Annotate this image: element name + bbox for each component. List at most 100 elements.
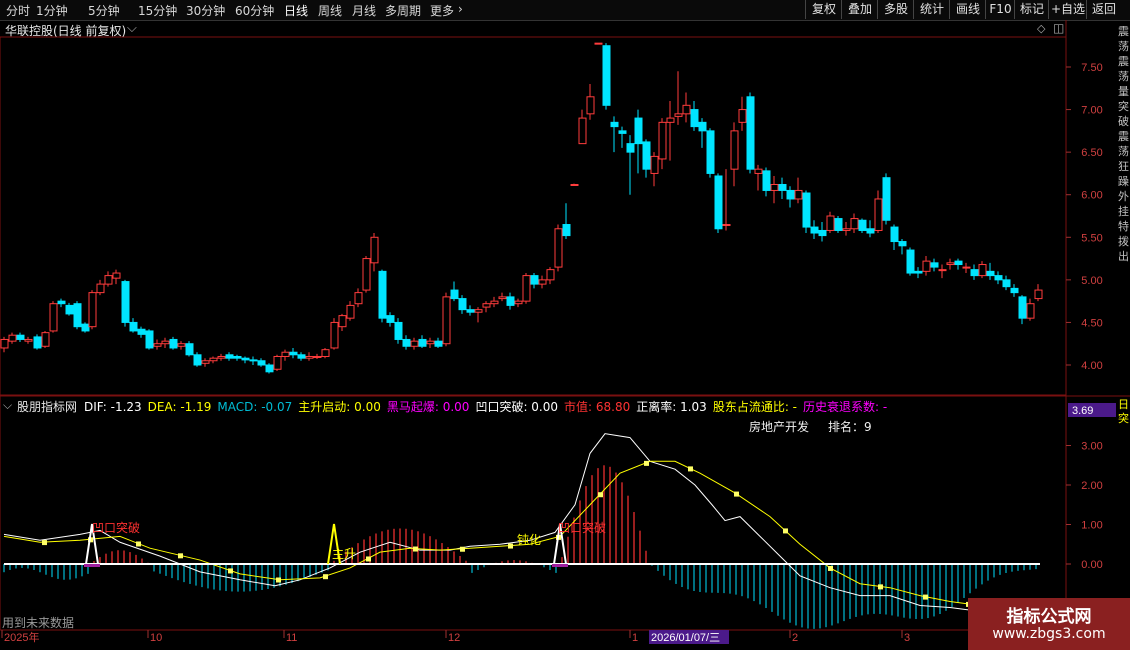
period-tab-more[interactable]: 更多 [430,2,454,19]
candle-body [834,218,843,231]
mark-button[interactable]: 标记 [1014,0,1049,19]
diamond-icon[interactable]: ◇ [1037,22,1045,35]
time-tick-label: 12 [448,632,460,644]
annotation-breakout-1: 凹口突破 [92,520,140,535]
candle-body [474,309,483,313]
time-tick-label: 1 [632,632,638,644]
candle-body [850,218,859,230]
candle-body [642,141,651,170]
indicator-field-6: 市值: 68.80 [564,400,631,414]
candle-body [786,189,795,200]
candle-body [370,236,379,264]
candle-body [1018,296,1027,319]
candle-body [378,270,387,319]
f10-button[interactable]: F10 [985,0,1015,19]
period-tab-1min[interactable]: 1分钟 [36,2,68,19]
candle-body [954,260,963,266]
dea-marker [276,577,281,583]
candle-body [410,340,419,347]
candle-body [626,143,635,153]
candle-body [241,357,250,361]
candle-body [73,303,82,328]
candle-body [810,226,819,234]
candle-body [24,338,33,342]
price-tick-label: 5.50 [1081,232,1102,244]
candle-body [418,338,427,347]
macd-tick-label: 0.00 [1081,559,1102,571]
chart-canvas[interactable]: 7.50 7.00 6.50 6.00 5.50 5.00 4.50 4.00 3.00 2.00… [0,20,1130,650]
indicator-field-7: 正离率: 1.03 [636,400,707,414]
add-watchlist-button[interactable]: +自选 [1048,0,1087,19]
overlay-button[interactable]: 叠加 [841,0,878,19]
candle-body [249,359,258,362]
candle-body [225,354,234,359]
candle-body [922,260,931,272]
dea-marker [828,565,833,571]
statistics-button[interactable]: 统计 [913,0,950,19]
candle-body [666,117,675,123]
candle-body [185,343,194,356]
candle-body [8,334,17,342]
chevron-right-icon[interactable]: › [458,2,463,16]
dea-marker [228,568,233,574]
period-tab-weekly[interactable]: 周线 [318,2,342,19]
candle-body [338,315,347,328]
candle-body [137,328,146,335]
candle-body [193,354,202,366]
candle-body [906,249,915,274]
indicator-field-2: MACD: -0.07 [217,400,293,414]
period-tab-fenshi[interactable]: 分时 [6,2,30,19]
candle-body [88,292,97,328]
candle-body [858,219,867,231]
period-tab-5min[interactable]: 5分钟 [88,2,120,19]
price-tick-label: 7.00 [1081,105,1102,117]
indicator-field-3: 主升启动: 0.00 [298,400,381,414]
candle-body [682,104,691,115]
candle-body [674,113,683,117]
candle-body [658,121,667,160]
candle-body [145,330,154,349]
dea-marker [783,528,788,534]
dea-marker [598,492,603,498]
candle-body [426,340,435,345]
draw-line-button[interactable]: 画线 [949,0,986,19]
candle-body [706,130,715,174]
period-tab-15min[interactable]: 15分钟 [138,2,177,19]
period-tab-daily[interactable]: 日线 [284,2,308,19]
period-tab-monthly[interactable]: 月线 [352,2,376,19]
candle-body [104,275,113,285]
candle-body [562,224,571,237]
candle-body [394,321,403,340]
candle-body [161,340,170,345]
period-tab-multi[interactable]: 多周期 [385,2,421,19]
dea-marker [878,584,883,590]
candle-body [746,96,755,170]
candle-body [754,168,763,174]
indicator-menu-icon[interactable]: ⌵ [3,398,12,413]
dea-marker [688,466,693,472]
candle-body [121,281,130,323]
time-tick-label: 2 [792,632,798,644]
period-tab-60min[interactable]: 60分钟 [235,2,274,19]
indicator-name[interactable]: 股朋指标网 [17,398,77,415]
candle-body [698,121,707,132]
candle-body [634,117,643,145]
candle-body [177,343,186,347]
price-tick-label: 5.00 [1081,275,1102,287]
candle-body [233,355,242,359]
back-button[interactable]: 返回 [1086,0,1121,19]
candle-body [81,323,90,332]
chevron-down-icon[interactable]: ⌵ [127,21,137,36]
candle-body [498,296,507,300]
candle-body [978,264,987,277]
candle-body [321,349,330,357]
restore-rights-button[interactable]: 复权 [805,0,842,19]
candle-body [346,304,355,319]
window-toggle-icon[interactable]: ◫ [1053,21,1064,35]
period-tab-30min[interactable]: 30分钟 [186,2,225,19]
watermark: 指标公式网 www.zbgs3.com [968,598,1130,650]
main-chart-frame [0,36,1067,396]
candle-body [16,334,25,340]
multi-stock-button[interactable]: 多股 [877,0,914,19]
candle-body [730,130,739,170]
